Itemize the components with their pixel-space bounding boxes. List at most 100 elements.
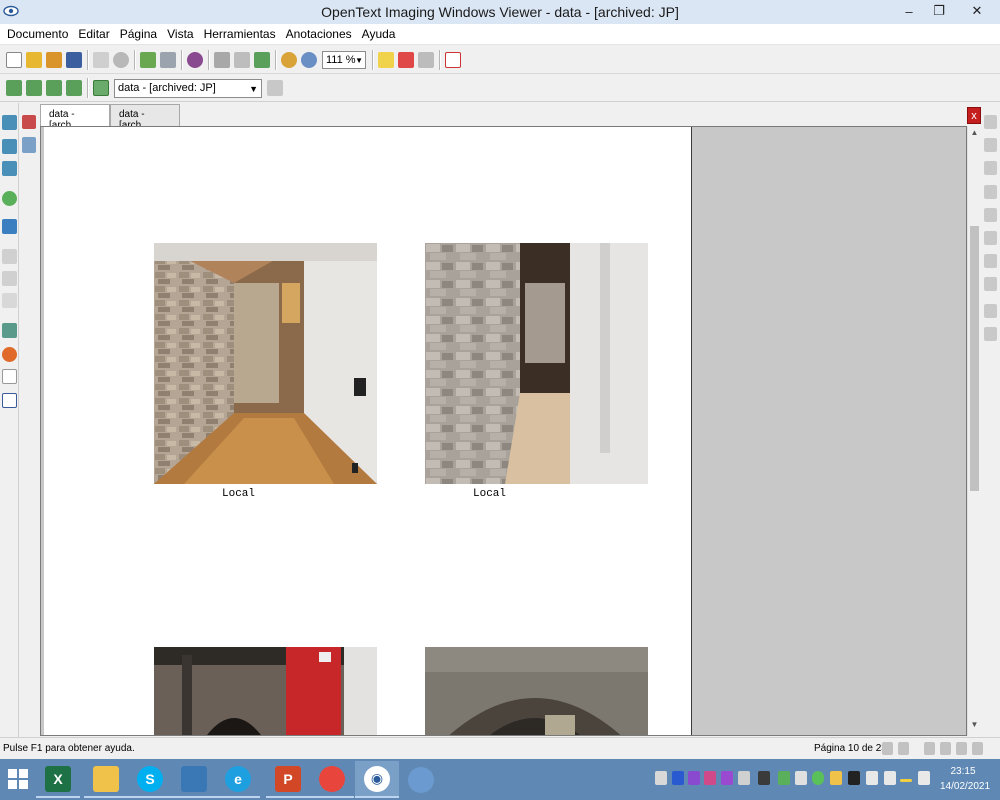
pointer-icon[interactable]	[214, 51, 230, 68]
scroll-down-icon[interactable]: ▼	[968, 720, 981, 734]
zoom-in-icon[interactable]	[281, 51, 297, 68]
tab-document-1[interactable]: data - [arch...	[40, 104, 110, 131]
app-taskbar-icon[interactable]	[172, 761, 216, 798]
scrollbar-thumb[interactable]	[970, 226, 979, 491]
scan-icon[interactable]	[187, 51, 203, 68]
open-folder-icon[interactable]	[26, 51, 42, 68]
system-clock[interactable]: 23:15 14/02/2021	[940, 764, 990, 794]
tray-icon[interactable]	[900, 779, 912, 782]
document-icon[interactable]	[93, 80, 109, 96]
note-annotation-icon[interactable]	[984, 327, 997, 341]
toolbar-separator	[275, 49, 276, 70]
search-icon[interactable]	[2, 323, 17, 338]
network-icon[interactable]	[918, 771, 930, 785]
menu-ayuda[interactable]: Ayuda	[357, 24, 401, 44]
printer-tray-icon[interactable]	[655, 771, 667, 785]
next-page-icon[interactable]	[46, 80, 62, 96]
menu-anotaciones[interactable]: Anotaciones	[281, 24, 357, 44]
line-icon[interactable]	[984, 254, 997, 268]
refresh-icon[interactable]	[140, 51, 156, 68]
text-recognition-icon[interactable]	[2, 393, 17, 408]
hand-tool-icon[interactable]	[93, 51, 109, 68]
tray-icon[interactable]	[795, 771, 807, 785]
text-annotation-icon[interactable]	[984, 277, 997, 291]
pan-icon[interactable]	[234, 51, 250, 68]
menu-herramientas[interactable]: Herramientas	[199, 24, 281, 44]
stamp-annotation-icon[interactable]	[984, 231, 997, 245]
excel-taskbar-icon[interactable]: X	[36, 761, 80, 798]
file-explorer-taskbar-icon[interactable]	[84, 761, 128, 798]
open-archive-icon[interactable]	[46, 51, 62, 68]
zoom-out-icon[interactable]	[301, 51, 317, 68]
close-button[interactable]: ✕	[954, 0, 1000, 22]
eraser-icon[interactable]	[984, 208, 997, 222]
close-tab-button[interactable]: x	[967, 107, 981, 124]
menu-pagina[interactable]: Página	[115, 24, 162, 44]
marker-icon[interactable]	[984, 185, 997, 199]
cancel-icon[interactable]	[113, 51, 129, 68]
tray-icon[interactable]	[812, 771, 824, 785]
thumbnail-view-icon[interactable]	[2, 115, 17, 130]
page-blank-icon[interactable]	[2, 293, 17, 308]
previous-page-icon[interactable]	[26, 80, 42, 96]
continuous-view-icon[interactable]	[2, 161, 17, 176]
volume-icon[interactable]	[866, 771, 878, 785]
blank-page-icon[interactable]	[2, 369, 17, 384]
print-icon[interactable]	[160, 51, 176, 68]
restore-button[interactable]: ❐	[924, 0, 954, 22]
scroll-up-icon[interactable]: ▲	[968, 128, 981, 142]
last-page-icon[interactable]	[66, 80, 82, 96]
panel-icon[interactable]	[22, 137, 36, 153]
color-icon[interactable]	[2, 347, 17, 362]
tray-icon[interactable]	[738, 771, 750, 785]
rotate-icon[interactable]	[254, 51, 270, 68]
powerpoint-taskbar-icon[interactable]: P	[266, 761, 310, 798]
tray-icon[interactable]	[721, 771, 733, 785]
lock-icon	[924, 742, 935, 755]
archway-photo	[425, 647, 648, 735]
document-properties-icon[interactable]	[267, 80, 283, 96]
annotation-icon[interactable]	[398, 51, 414, 68]
vertical-scrollbar[interactable]: ▲ ▼	[967, 126, 980, 736]
document-viewport[interactable]: Local Local	[40, 126, 967, 736]
hand-annotation-icon[interactable]	[984, 138, 997, 152]
chrome-taskbar-icon[interactable]	[310, 761, 354, 798]
split-view-icon[interactable]	[2, 219, 17, 234]
stamp-icon[interactable]	[418, 51, 434, 68]
annotation-select-icon[interactable]	[984, 115, 997, 129]
tray-icon[interactable]	[704, 771, 716, 785]
attach-icon[interactable]	[984, 304, 997, 318]
menu-vista[interactable]: Vista	[162, 24, 198, 44]
navigation-toolbar: data - [archived: JP] ▼	[0, 75, 1000, 102]
highlighter-icon[interactable]	[984, 161, 997, 175]
skype-taskbar-icon[interactable]: S	[128, 761, 172, 798]
internet-explorer-taskbar-icon[interactable]: e	[216, 761, 260, 798]
tray-icon[interactable]	[848, 771, 860, 785]
edit-icon[interactable]	[445, 51, 461, 68]
document-select[interactable]: data - [archived: JP] ▼	[114, 78, 262, 98]
tray-icon[interactable]	[688, 771, 700, 785]
new-document-icon[interactable]	[6, 51, 22, 68]
recycle-icon[interactable]	[2, 191, 17, 206]
save-icon[interactable]	[66, 51, 82, 68]
minimize-button[interactable]: –	[894, 0, 924, 22]
page-list-icon[interactable]	[2, 249, 17, 264]
page-text-icon[interactable]	[2, 271, 17, 286]
opentext-viewer-taskbar-icon[interactable]: ◉	[355, 761, 399, 798]
tray-icon[interactable]	[830, 771, 842, 785]
tray-icon[interactable]	[778, 771, 790, 785]
tray-icon[interactable]	[672, 771, 684, 785]
menu-documento[interactable]: Documento	[2, 24, 73, 44]
note-icon[interactable]	[378, 51, 394, 68]
first-page-icon[interactable]	[6, 80, 22, 96]
paint-taskbar-icon[interactable]	[399, 761, 443, 798]
zoom-select[interactable]: 111 % ▼	[322, 50, 366, 69]
tray-icon[interactable]	[758, 771, 770, 785]
menu-editar[interactable]: Editar	[73, 24, 114, 44]
menu-bar: Documento Editar Página Vista Herramient…	[0, 24, 1000, 45]
pin-icon[interactable]	[22, 115, 36, 129]
tab-document-2[interactable]: data - [arch...	[110, 104, 180, 131]
windows-start-icon[interactable]	[8, 769, 28, 789]
page-view-icon[interactable]	[2, 139, 17, 154]
battery-icon[interactable]	[884, 771, 896, 785]
